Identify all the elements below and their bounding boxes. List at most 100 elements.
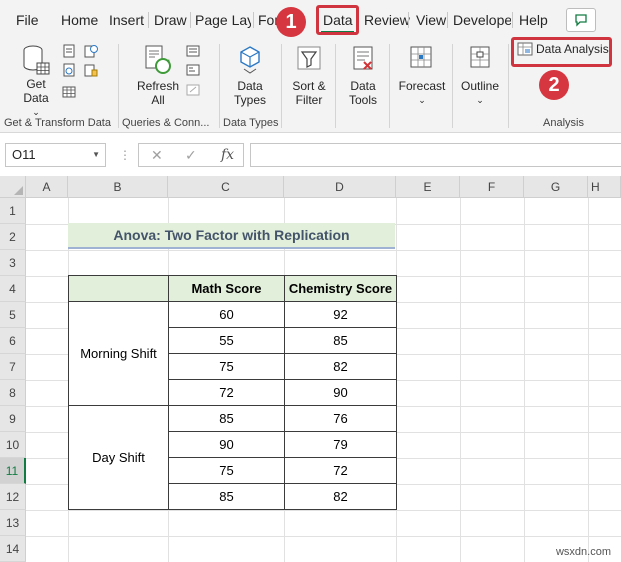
column-header-h[interactable]: H [588,176,621,198]
insert-function-icon[interactable]: fx [221,147,234,163]
table-cell[interactable]: 75 [168,353,285,380]
tab-review[interactable]: Review [364,12,410,28]
from-table-icon[interactable] [62,85,76,99]
tab-home[interactable]: Home [61,12,98,28]
group-divider [452,44,453,128]
group-label-get-transform: Get & Transform Data [4,117,111,129]
highlight-data-analysis [511,37,612,67]
gridline [460,198,461,562]
gridline [588,198,589,562]
formula-input[interactable] [250,143,621,167]
column-header-a[interactable]: A [26,176,68,198]
tab-divider [408,12,409,28]
sheet-title[interactable]: Anova: Two Factor with Replication [68,223,395,249]
row-header-5[interactable]: 5 [0,302,26,328]
web-icon[interactable] [62,63,76,77]
table-cell[interactable]: 85 [168,483,285,510]
table-cell[interactable]: 85 [168,405,285,432]
outline-button[interactable]: Outline ⌄ [458,44,502,107]
group-divider [219,44,220,128]
row-header-10[interactable]: 10 [0,432,26,458]
queries-connections-icon[interactable] [186,44,200,58]
enter-check-icon[interactable]: ✓ [185,147,197,164]
tab-page-layout[interactable]: Page Layo [195,12,251,28]
excel-window: File Home Insert Draw Page Layo For Data… [0,0,621,562]
formula-controls: ✕ ✓ fx [138,143,244,167]
header-cell-math[interactable]: Math Score [168,275,285,302]
refresh-all-button[interactable]: Refresh All [134,44,182,107]
group-label-data-types: Data Types [223,117,279,129]
sort-filter-button[interactable]: Sort & Filter [287,44,331,107]
group-label-analysis: Analysis [543,117,584,129]
row-header-4[interactable]: 4 [0,276,26,302]
tab-file[interactable]: File [16,12,39,28]
select-all-button[interactable] [0,176,26,198]
tab-insert[interactable]: Insert [109,12,144,28]
row-header-1[interactable]: 1 [0,198,26,224]
chevron-down-icon[interactable]: ▼ [92,150,100,159]
outline-label: Outline [460,79,500,93]
row-header-7[interactable]: 7 [0,354,26,380]
row-header-11[interactable]: 11 [0,458,26,484]
name-box[interactable]: O11 ▼ [5,143,106,167]
ribbon-tabs: File Home Insert Draw Page Layo For Data… [0,0,621,38]
gridline [26,250,621,251]
data-types-label: Data Types [233,79,266,107]
table-cell[interactable]: 90 [168,431,285,458]
gridline [524,198,525,562]
table-cell[interactable]: 75 [168,457,285,484]
data-types-button[interactable]: Data Types [226,44,274,107]
group-divider [335,44,336,128]
table-cell[interactable]: 82 [284,353,397,380]
column-header-f[interactable]: F [460,176,524,198]
column-header-d[interactable]: D [284,176,396,198]
tab-help[interactable]: Help [519,12,548,28]
table-cell[interactable]: 76 [284,405,397,432]
tab-divider [512,12,513,28]
row-header-2[interactable]: 2 [0,224,26,250]
group-label-day[interactable]: Day Shift [68,405,169,510]
row-header-6[interactable]: 6 [0,328,26,354]
column-header-b[interactable]: B [68,176,168,198]
edit-links-icon[interactable] [186,83,200,97]
table-cell[interactable]: 90 [284,379,397,406]
header-cell-empty[interactable] [68,275,169,302]
tab-developer[interactable]: Develope [453,12,511,28]
text-csv-icon[interactable] [62,44,76,58]
table-cell[interactable]: 85 [284,327,397,354]
comments-button[interactable] [566,8,596,32]
recent-sources-icon[interactable] [84,44,98,58]
row-header-9[interactable]: 9 [0,406,26,432]
table-cell[interactable]: 82 [284,483,397,510]
tab-view[interactable]: View [416,12,446,28]
outline-icon [470,46,490,68]
column-header-c[interactable]: C [168,176,284,198]
table-cell[interactable]: 72 [284,457,397,484]
tab-draw[interactable]: Draw [154,12,187,28]
forecast-button[interactable]: Forecast ⌄ [396,44,448,107]
table-cell[interactable]: 60 [168,301,285,328]
table-cell[interactable]: 55 [168,327,285,354]
row-header-14[interactable]: 14 [0,536,26,562]
row-header-13[interactable]: 13 [0,510,26,536]
column-header-g[interactable]: G [524,176,588,198]
anova-data-table: Math Score Chemistry Score Morning Shift… [68,275,397,510]
row-header-12[interactable]: 12 [0,484,26,510]
table-cell[interactable]: 92 [284,301,397,328]
row-header-3[interactable]: 3 [0,250,26,276]
header-cell-chemistry[interactable]: Chemistry Score [284,275,397,302]
column-header-e[interactable]: E [396,176,460,198]
worksheet-grid[interactable]: A B C D E F G H 1 2 3 4 5 6 7 8 9 10 11 … [0,176,621,562]
group-label-morning[interactable]: Morning Shift [68,301,169,406]
cancel-icon[interactable]: ✕ [151,147,163,164]
data-tools-label: Data Tools [348,79,377,107]
tab-divider [148,12,149,28]
data-tools-button[interactable]: Data Tools [341,44,385,107]
existing-connections-icon[interactable] [84,63,98,77]
table-cell[interactable]: 72 [168,379,285,406]
table-cell[interactable]: 79 [284,431,397,458]
properties-icon[interactable] [186,63,200,77]
row-header-8[interactable]: 8 [0,380,26,406]
get-data-button[interactable]: Get Data ⌄ [16,44,56,119]
resize-handle-icon[interactable]: ⋮ [119,148,131,162]
